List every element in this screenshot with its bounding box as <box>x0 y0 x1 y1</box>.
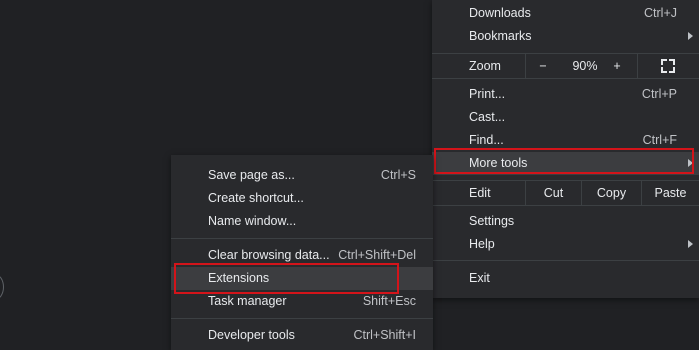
more-tools-highlight <box>434 148 694 174</box>
more-tools-submenu: Save page as... Ctrl+S Create shortcut..… <box>171 155 433 350</box>
submenu-item-create-shortcut[interactable]: Create shortcut... <box>171 187 433 210</box>
help-label: Help <box>469 237 495 251</box>
partial-circle-shape <box>0 274 4 300</box>
exit-label: Exit <box>469 271 490 285</box>
menu-item-bookmarks[interactable]: Bookmarks <box>432 25 699 48</box>
developer-tools-shortcut: Ctrl+Shift+I <box>353 328 416 342</box>
menu-item-cast[interactable]: Cast... <box>432 106 699 129</box>
cut-button[interactable]: Cut <box>526 181 581 205</box>
menu-divider <box>432 205 699 206</box>
cast-label: Cast... <box>469 110 506 124</box>
paste-button[interactable]: Paste <box>642 181 699 205</box>
submenu-divider <box>171 238 433 239</box>
chevron-right-icon <box>688 32 693 40</box>
submenu-item-name-window[interactable]: Name window... <box>171 210 433 233</box>
save-page-shortcut: Ctrl+S <box>380 168 416 182</box>
zoom-out-button[interactable]: − <box>536 54 550 78</box>
zoom-divider <box>525 54 526 78</box>
zoom-value: 90% <box>572 59 598 73</box>
developer-tools-label: Developer tools <box>208 328 295 342</box>
fullscreen-icon[interactable] <box>661 59 675 73</box>
downloads-shortcut: Ctrl+J <box>644 6 677 20</box>
zoom-divider <box>637 54 638 78</box>
save-page-label: Save page as... <box>208 168 295 182</box>
create-shortcut-label: Create shortcut... <box>208 191 304 205</box>
name-window-label: Name window... <box>208 214 297 228</box>
menu-divider <box>432 260 699 261</box>
edit-label: Edit <box>469 186 491 200</box>
menu-item-settings[interactable]: Settings <box>432 210 699 233</box>
chevron-right-icon <box>688 240 693 248</box>
extensions-highlight <box>174 263 399 294</box>
submenu-item-save-page[interactable]: Save page as... Ctrl+S <box>171 164 433 187</box>
submenu-divider <box>171 318 433 319</box>
print-label: Print... <box>469 87 506 101</box>
menu-item-help[interactable]: Help <box>432 233 699 256</box>
edit-row: Edit Cut Copy Paste <box>432 181 699 205</box>
zoom-in-button[interactable]: + <box>610 54 624 78</box>
downloads-label: Downloads <box>469 6 531 20</box>
settings-label: Settings <box>469 214 515 228</box>
zoom-row: Zoom − 90% + <box>432 54 699 78</box>
menu-item-print[interactable]: Print... Ctrl+P <box>432 83 699 106</box>
copy-button[interactable]: Copy <box>582 181 641 205</box>
zoom-label: Zoom <box>469 59 501 73</box>
menu-item-downloads[interactable]: Downloads Ctrl+J <box>432 2 699 25</box>
menu-divider <box>432 78 699 79</box>
submenu-item-developer-tools[interactable]: Developer tools Ctrl+Shift+I <box>171 324 433 347</box>
print-shortcut: Ctrl+P <box>641 87 677 101</box>
bookmarks-label: Bookmarks <box>469 29 532 43</box>
menu-item-exit[interactable]: Exit <box>432 267 699 290</box>
